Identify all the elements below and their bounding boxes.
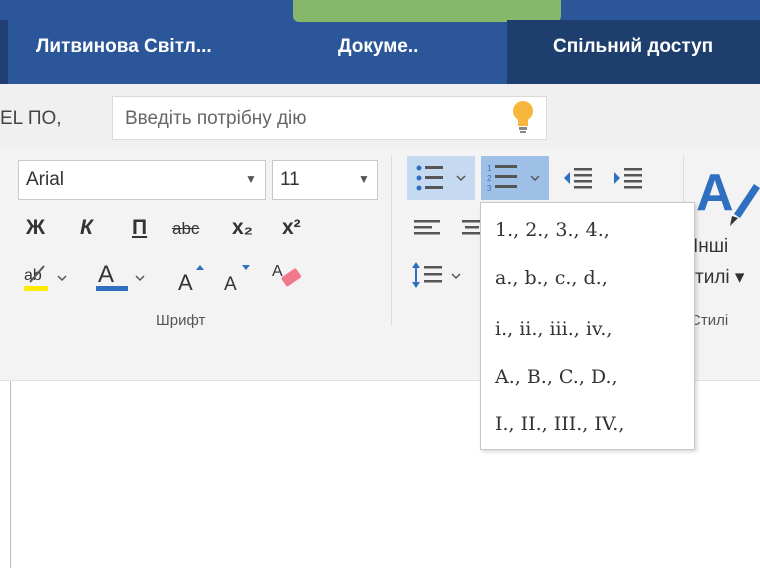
styles-button-label[interactable]: тилі ▾ — [695, 266, 744, 289]
group-separator — [391, 156, 392, 326]
font-name-value: Arial — [26, 169, 65, 190]
svg-text:A: A — [272, 263, 283, 280]
chevron-down-icon[interactable]: ▼ — [358, 172, 370, 186]
svg-text:A: A — [98, 261, 114, 288]
document-title[interactable]: Докуме.. — [338, 36, 418, 58]
align-center-icon[interactable] — [460, 214, 482, 244]
superscript-button[interactable]: x² — [282, 216, 301, 240]
numbering-button[interactable]: 1 2 3 — [481, 156, 549, 200]
styles-icon[interactable]: A — [696, 158, 760, 230]
align-left-icon[interactable] — [412, 214, 444, 244]
styles-group-label: Стилі — [690, 312, 729, 329]
increase-indent-icon[interactable] — [610, 162, 646, 194]
styles-button-label[interactable]: Інші — [693, 236, 728, 258]
numbering-format-arabic[interactable]: 1., 2., 3., 4., — [495, 219, 610, 241]
context-tab-indicator — [293, 0, 561, 22]
shrink-font-icon[interactable]: A — [222, 262, 252, 294]
numbering-format-upper-alpha[interactable]: A., B., C., D., — [495, 366, 618, 388]
grow-font-icon[interactable]: A — [176, 262, 206, 294]
font-size-value: 11 — [280, 169, 300, 190]
numbering-library-menu: 1., 2., 3., 4., a., b., c., d., i., ii.,… — [480, 202, 695, 450]
svg-text:1: 1 — [487, 164, 492, 173]
line-spacing-icon[interactable] — [410, 258, 466, 292]
bold-button[interactable]: Ж — [26, 216, 45, 240]
numbering-format-lower-alpha[interactable]: a., b., c., d., — [495, 267, 608, 289]
numbering-format-upper-roman[interactable]: I., II., III., IV., — [495, 413, 624, 435]
font-color-icon[interactable]: A — [94, 258, 150, 296]
strikethrough-button[interactable]: abc — [172, 219, 199, 239]
svg-text:A: A — [696, 164, 734, 222]
underline-button[interactable]: П — [132, 216, 147, 240]
decrease-indent-icon[interactable] — [560, 162, 596, 194]
highlight-icon[interactable]: ab — [22, 262, 70, 296]
svg-text:2: 2 — [487, 174, 492, 183]
bullets-icon — [416, 165, 466, 191]
clear-formatting-icon[interactable]: A — [270, 258, 306, 292]
lightbulb-icon[interactable] — [508, 98, 538, 136]
window-edge — [0, 20, 8, 84]
font-group-label: Шрифт — [156, 312, 206, 329]
tell-me-placeholder: Введіть потрібну дію — [125, 108, 307, 129]
chevron-down-icon[interactable]: ▼ — [245, 172, 257, 186]
numbering-icon: 1 2 3 — [487, 164, 540, 193]
italic-button[interactable]: К — [80, 216, 93, 240]
numbering-format-lower-roman[interactable]: i., ii., iii., iv., — [495, 318, 612, 340]
svg-text:A: A — [178, 270, 193, 294]
ribbon-tab-fragment[interactable]: EL ПО, — [0, 108, 62, 130]
subscript-button[interactable]: x₂ — [232, 216, 253, 240]
svg-text:3: 3 — [487, 184, 492, 193]
svg-text:A: A — [224, 274, 237, 294]
bullets-button[interactable] — [407, 156, 475, 200]
svg-text:ab: ab — [24, 267, 42, 284]
share-button[interactable]: Спільний доступ — [553, 36, 713, 58]
account-name[interactable]: Литвинова Світл... — [36, 36, 212, 58]
